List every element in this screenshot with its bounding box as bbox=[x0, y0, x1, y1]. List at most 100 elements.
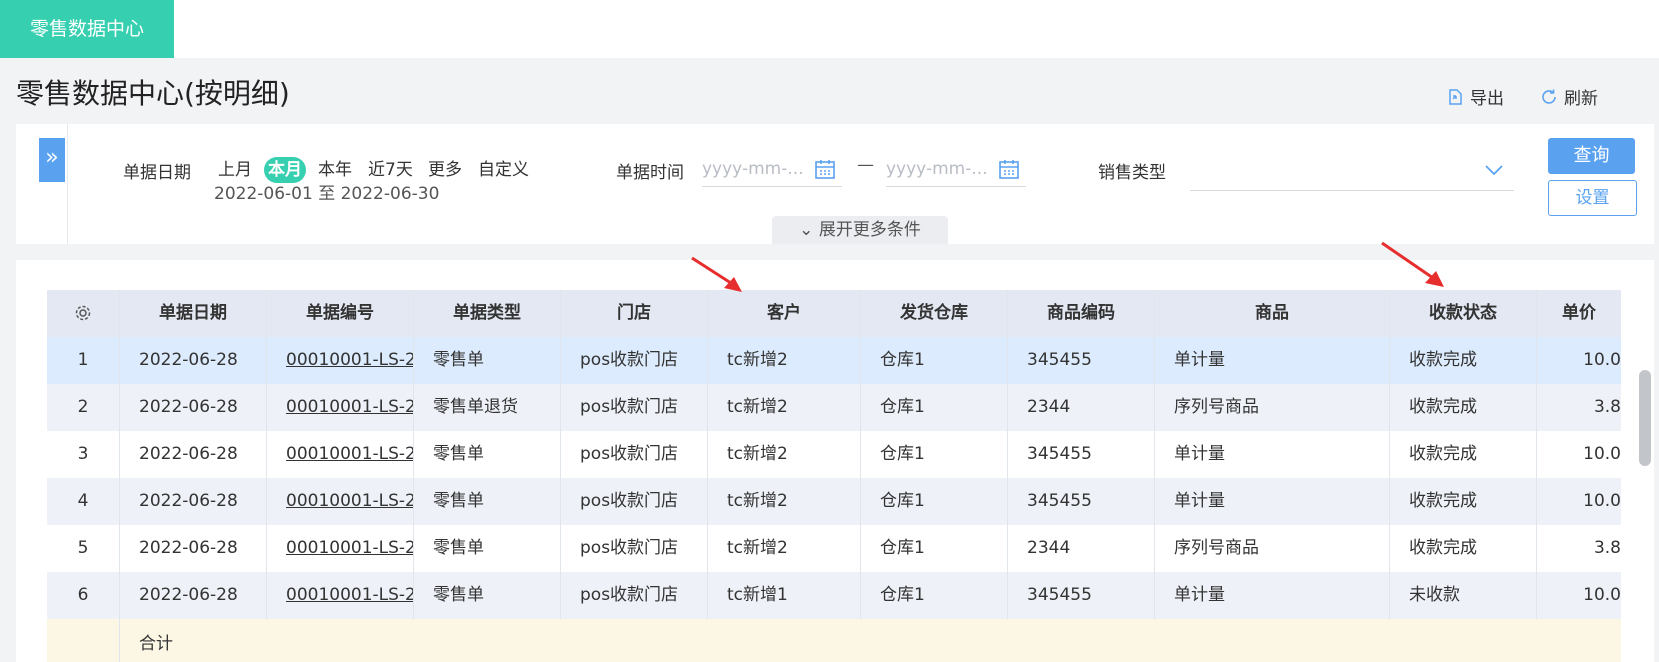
column-header-sku[interactable]: 商品编码 bbox=[1008, 290, 1155, 337]
cell-index: 6 bbox=[47, 572, 120, 619]
cell-warehouse: 仓库1 bbox=[861, 337, 1008, 384]
column-header-price[interactable]: 单价 bbox=[1537, 290, 1621, 337]
cell-warehouse: 仓库1 bbox=[861, 431, 1008, 478]
table-row[interactable]: 2 2022-06-28 00010001-LS-2 零售单退货 pos收款门店 tc新增… bbox=[47, 384, 1621, 432]
filter-divider bbox=[67, 124, 68, 244]
column-header-warehouse[interactable]: 发货仓库 bbox=[861, 290, 1008, 337]
cell-product: 单计量 bbox=[1155, 337, 1390, 384]
cell-sku: 2344 bbox=[1008, 384, 1155, 431]
date-option-custom[interactable]: 自定义 bbox=[474, 157, 533, 183]
cell-warehouse: 仓库1 bbox=[861, 384, 1008, 431]
cell-product: 单计量 bbox=[1155, 431, 1390, 478]
cell-index: 2 bbox=[47, 384, 120, 431]
cell-doc-type: 零售单 bbox=[414, 478, 561, 525]
cell-doc-no[interactable]: 00010001-LS-2 bbox=[267, 478, 414, 525]
table-row[interactable]: 5 2022-06-28 00010001-LS-2 零售单 pos收款门店 tc新增2 仓… bbox=[47, 525, 1621, 573]
refresh-icon bbox=[1542, 89, 1556, 104]
double-chevron-right-icon: » bbox=[45, 145, 59, 170]
table-panel: 单据日期 单据编号 单据类型 门店 客户 发货仓库 商品编码 商品 收款状态 单… bbox=[16, 260, 1654, 662]
cell-product: 序列号商品 bbox=[1155, 384, 1390, 431]
cell-doc-no[interactable]: 00010001-LS-2 bbox=[267, 431, 414, 478]
vertical-scrollbar-thumb[interactable] bbox=[1639, 370, 1651, 466]
cell-warehouse: 仓库1 bbox=[861, 525, 1008, 572]
annotation-arrow-customer bbox=[691, 256, 742, 292]
cell-warehouse: 仓库1 bbox=[861, 478, 1008, 525]
table-total-row: 合计 bbox=[47, 619, 1621, 662]
column-header-product[interactable]: 商品 bbox=[1155, 290, 1390, 337]
doc-no-link[interactable]: 00010001-LS-2 bbox=[286, 491, 413, 511]
expand-more-conditions-button[interactable]: ⌄ 展开更多条件 bbox=[772, 216, 948, 244]
cell-doc-type: 零售单 bbox=[414, 525, 561, 572]
cell-price: 3.8 bbox=[1593, 397, 1621, 417]
cell-doc-date: 2022-06-28 bbox=[120, 384, 267, 431]
column-header-payment-status[interactable]: 收款状态 bbox=[1390, 290, 1537, 337]
cell-payment-status: 未收款 bbox=[1390, 572, 1537, 619]
doc-no-link[interactable]: 00010001-LS-2 bbox=[286, 444, 413, 464]
cell-doc-no[interactable]: 00010001-LS-2 bbox=[267, 525, 414, 572]
cell-sku: 2344 bbox=[1008, 525, 1155, 572]
cell-payment-status: 收款完成 bbox=[1390, 384, 1537, 431]
doc-no-link[interactable]: 00010001-LS-2 bbox=[286, 350, 413, 370]
cell-doc-type: 零售单 bbox=[414, 431, 561, 478]
expand-more-label: 展开更多条件 bbox=[818, 220, 921, 240]
doc-no-link[interactable]: 00010001-LS-2 bbox=[286, 397, 413, 417]
column-header-doc-type[interactable]: 单据类型 bbox=[414, 290, 561, 337]
column-header-customer[interactable]: 客户 bbox=[708, 290, 861, 337]
table-row[interactable]: 6 2022-06-28 00010001-LS-2 零售单 pos收款门店 tc新增1 仓… bbox=[47, 572, 1621, 620]
doc-date-label: 单据日期 bbox=[123, 163, 191, 183]
cell-price: 10.0 bbox=[1583, 585, 1621, 605]
cell-price: 10.0 bbox=[1583, 444, 1621, 464]
cell-payment-status: 收款完成 bbox=[1390, 337, 1537, 384]
collapse-sidebar-button[interactable]: » bbox=[39, 138, 65, 182]
doc-no-link[interactable]: 00010001-LS-2 bbox=[286, 585, 413, 605]
cell-doc-date: 2022-06-28 bbox=[120, 337, 267, 384]
cell-store: pos收款门店 bbox=[561, 431, 708, 478]
doc-no-link[interactable]: 00010001-LS-2 bbox=[286, 538, 413, 558]
cell-product: 序列号商品 bbox=[1155, 525, 1390, 572]
refresh-button[interactable]: 刷新 bbox=[1540, 84, 1598, 109]
doc-time-label: 单据时间 bbox=[616, 163, 684, 183]
query-button[interactable]: 查询 bbox=[1548, 138, 1635, 174]
cell-doc-type: 零售单退货 bbox=[414, 384, 561, 431]
cell-index: 3 bbox=[47, 431, 120, 478]
cell-doc-date: 2022-06-28 bbox=[120, 478, 267, 525]
start-time-placeholder: yyyy-mm-... bbox=[702, 159, 804, 179]
sale-type-label: 销售类型 bbox=[1098, 163, 1166, 183]
cell-doc-type: 零售单 bbox=[414, 572, 561, 619]
table-header-row: 单据日期 单据编号 单据类型 门店 客户 发货仓库 商品编码 商品 收款状态 单… bbox=[47, 290, 1621, 337]
cell-doc-no[interactable]: 00010001-LS-2 bbox=[267, 384, 414, 431]
table-row[interactable]: 1 2022-06-28 00010001-LS-2 零售单 pos收款门店 tc新增2 仓… bbox=[47, 337, 1621, 385]
tab-retail-data-center[interactable]: 零售数据中心 bbox=[0, 0, 174, 58]
chevron-down-icon bbox=[1485, 165, 1503, 176]
start-time-input[interactable]: yyyy-mm-... bbox=[702, 152, 842, 187]
cell-doc-no[interactable]: 00010001-LS-2 bbox=[267, 572, 414, 619]
column-settings-cell[interactable] bbox=[47, 290, 120, 337]
cell-index: 4 bbox=[47, 478, 120, 525]
cell-doc-date: 2022-06-28 bbox=[120, 525, 267, 572]
cell-price: 10.0 bbox=[1583, 491, 1621, 511]
double-chevron-down-icon: ⌄ bbox=[799, 220, 814, 240]
cell-doc-no[interactable]: 00010001-LS-2 bbox=[267, 337, 414, 384]
cell-customer: tc新增2 bbox=[708, 384, 861, 431]
column-header-doc-date[interactable]: 单据日期 bbox=[120, 290, 267, 337]
table-row[interactable]: 4 2022-06-28 00010001-LS-2 零售单 pos收款门店 tc新增2 仓… bbox=[47, 478, 1621, 526]
cell-sku: 345455 bbox=[1008, 478, 1155, 525]
column-header-store[interactable]: 门店 bbox=[561, 290, 708, 337]
export-label: 导出 bbox=[1470, 89, 1504, 109]
end-time-input[interactable]: yyyy-mm-... bbox=[886, 152, 1026, 187]
cell-sku: 345455 bbox=[1008, 431, 1155, 478]
cell-sku: 345455 bbox=[1008, 572, 1155, 619]
settings-button[interactable]: 设置 bbox=[1548, 180, 1637, 216]
cell-price: 10.0 bbox=[1583, 350, 1621, 370]
sale-type-select[interactable] bbox=[1190, 152, 1514, 191]
export-button[interactable]: 导出 bbox=[1446, 84, 1504, 109]
table-row[interactable]: 3 2022-06-28 00010001-LS-2 零售单 pos收款门店 tc新增2 仓… bbox=[47, 431, 1621, 479]
cell-customer: tc新增2 bbox=[708, 478, 861, 525]
cell-index: 1 bbox=[47, 337, 120, 384]
annotation-arrow-payment-status bbox=[1381, 241, 1444, 287]
gear-icon bbox=[75, 305, 91, 321]
cell-price: 3.8 bbox=[1593, 538, 1621, 558]
column-header-doc-no[interactable]: 单据编号 bbox=[267, 290, 414, 337]
range-separator: — bbox=[857, 155, 874, 175]
cell-payment-status: 收款完成 bbox=[1390, 431, 1537, 478]
